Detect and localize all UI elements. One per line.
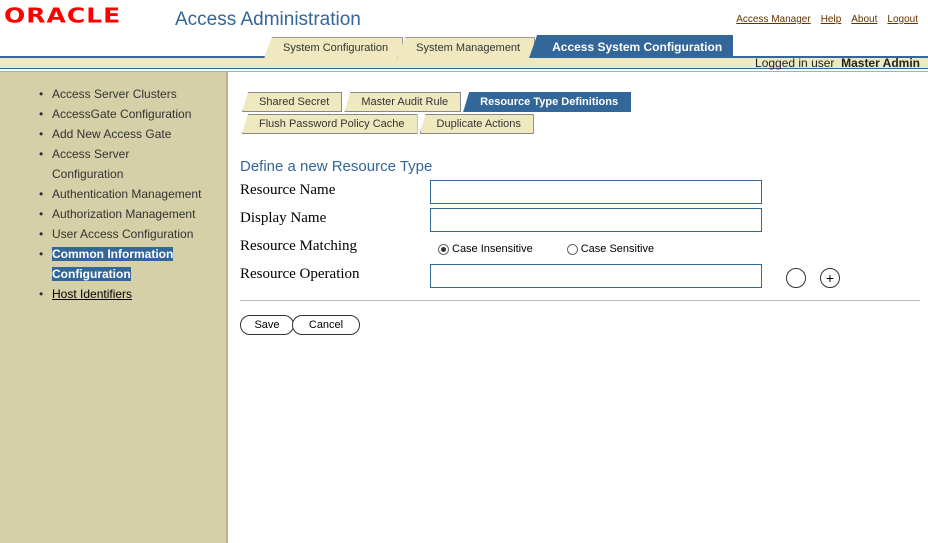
resource-operation-label: Resource Operation (240, 266, 360, 282)
about-link[interactable]: About (851, 14, 877, 25)
sidebar-item-authentication-management[interactable]: • Authentication Management (39, 184, 202, 204)
bullet-icon: • (39, 227, 44, 241)
resource-matching-radio-group: Case Insensitive Case Sensitive (438, 243, 654, 255)
form-title: Define a new Resource Type (240, 158, 433, 175)
subtabs-row-2: Flush Password Policy Cache Duplicate Ac… (242, 114, 536, 134)
main-content: Shared Secret Master Audit Rule Resource… (230, 72, 928, 543)
resource-name-input[interactable] (430, 180, 762, 204)
tab-system-management[interactable]: System Management (397, 37, 536, 58)
bullet-icon: • (39, 207, 44, 221)
subtab-duplicate-actions[interactable]: Duplicate Actions (419, 114, 534, 134)
login-info: Logged in user Master Admin (755, 56, 920, 70)
login-user: Master Admin (841, 56, 920, 70)
cancel-button[interactable]: Cancel (292, 315, 360, 335)
subtabs-row-1: Shared Secret Master Audit Rule Resource… (242, 92, 633, 112)
bullet-icon: • (39, 287, 44, 301)
global-links: Access Manager Help About Logout (736, 14, 918, 25)
logout-link[interactable]: Logout (887, 14, 918, 25)
remove-operation-button[interactable] (786, 268, 806, 288)
access-manager-link[interactable]: Access Manager (736, 14, 810, 25)
sidebar: • Access Server Clusters • AccessGate Conf… (0, 72, 228, 543)
display-name-label: Display Name (240, 210, 327, 226)
resource-matching-label: Resource Matching (240, 238, 358, 254)
sidebar-item-access-server-configuration[interactable]: • Access Server Configuration (39, 144, 202, 184)
display-name-input[interactable] (430, 208, 762, 232)
sidebar-item-host-identifiers[interactable]: • Host Identifiers (39, 284, 202, 304)
sidebar-item-common-information-configuration[interactable]: • Common Information Configuration (39, 244, 202, 284)
bullet-icon: • (39, 247, 44, 261)
subtab-master-audit-rule[interactable]: Master Audit Rule (344, 92, 462, 112)
login-prefix: Logged in user (755, 56, 835, 70)
subtab-flush-password-policy-cache[interactable]: Flush Password Policy Cache (242, 114, 418, 134)
oracle-logo: ORACLE (4, 4, 122, 28)
app-title: Access Administration (175, 9, 361, 30)
help-link[interactable]: Help (821, 14, 842, 25)
subtab-shared-secret[interactable]: Shared Secret (242, 92, 343, 112)
resource-name-label: Resource Name (240, 182, 336, 198)
case-insensitive-option[interactable]: Case Insensitive (438, 243, 533, 255)
save-button[interactable]: Save (240, 315, 294, 335)
sidebar-item-authorization-management[interactable]: • Authorization Management (39, 204, 202, 224)
main-tabs: System Configuration System Management A… (264, 35, 734, 58)
bullet-icon: • (39, 127, 44, 141)
tab-system-configuration[interactable]: System Configuration (264, 37, 404, 58)
bullet-icon: • (39, 187, 44, 201)
bullet-icon: • (39, 147, 44, 161)
case-sensitive-option[interactable]: Case Sensitive (566, 243, 655, 255)
page-header: ORACLE Access Administration Access Mana… (0, 0, 928, 72)
add-operation-button[interactable]: + (820, 268, 840, 288)
case-sensitive-radio[interactable] (566, 243, 578, 255)
sidebar-item-add-new-access-gate[interactable]: • Add New Access Gate (39, 124, 202, 144)
form-divider (240, 300, 920, 301)
case-sensitive-label: Case Sensitive (580, 243, 655, 255)
bullet-icon: • (39, 87, 44, 101)
sidebar-item-user-access-configuration[interactable]: • User Access Configuration (39, 224, 202, 244)
tab-access-system-configuration[interactable]: Access System Configuration (529, 35, 734, 58)
resource-operation-input[interactable] (430, 264, 762, 288)
sidebar-item-access-server-clusters[interactable]: • Access Server Clusters (39, 84, 202, 104)
bullet-icon: • (39, 107, 44, 121)
sidebar-menu: • Access Server Clusters • AccessGate Conf… (0, 72, 226, 304)
sidebar-item-accessgate-configuration[interactable]: • AccessGate Configuration (39, 104, 202, 124)
subtab-resource-type-definitions[interactable]: Resource Type Definitions (463, 92, 632, 112)
case-insensitive-label: Case Insensitive (452, 243, 533, 255)
case-insensitive-radio[interactable] (438, 243, 449, 255)
